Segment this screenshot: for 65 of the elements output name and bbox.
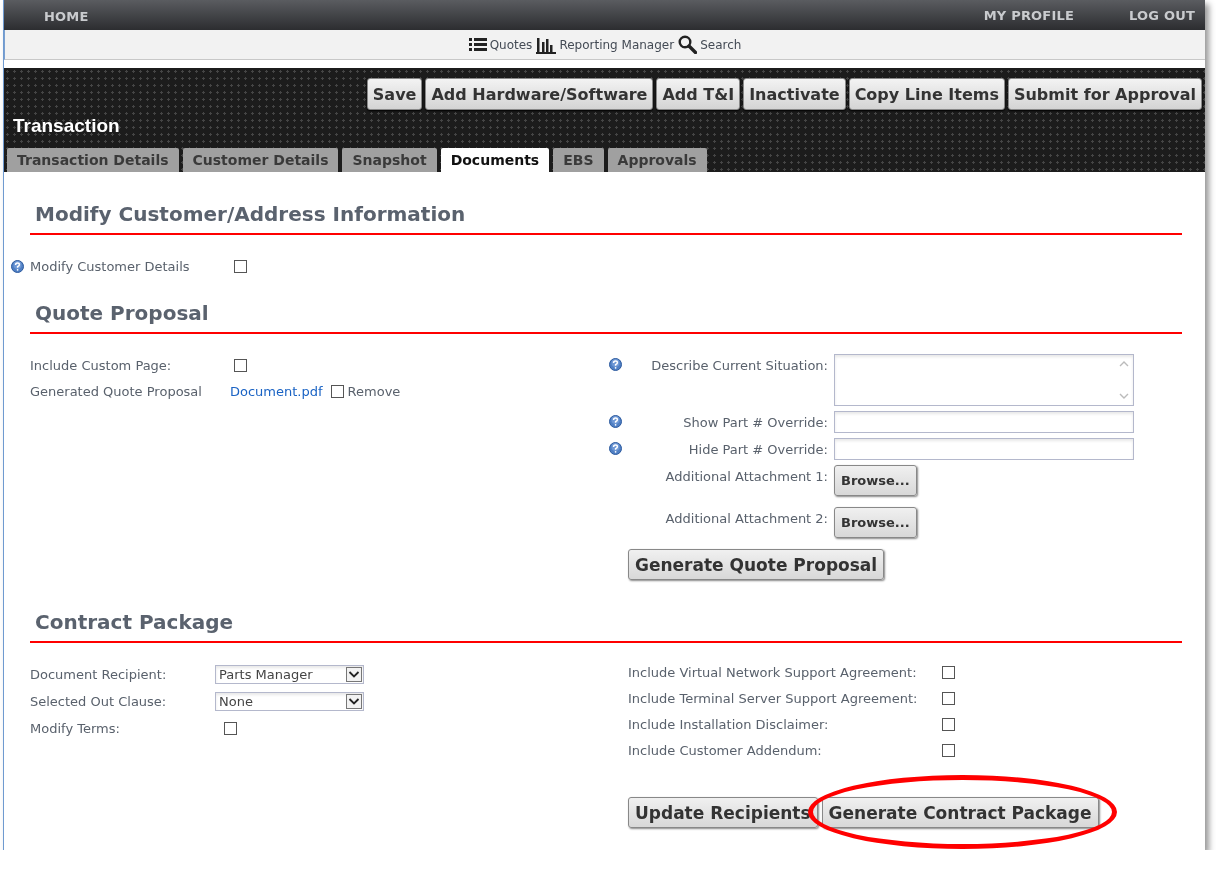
nav-link[interactable]: HOME	[44, 8, 89, 24]
field-label: Include Customer Addendum:	[628, 743, 823, 758]
help-icon[interactable]	[609, 415, 622, 428]
toolbar-button[interactable]: Add Hardware/Software	[425, 78, 654, 110]
checkbox-label: Remove	[347, 384, 401, 399]
field-label: Include Virtual Network Support Agreement:	[628, 665, 918, 680]
tab[interactable]: EBS	[553, 148, 604, 172]
field-label: Modify Terms:	[30, 721, 121, 736]
input-field[interactable]	[834, 411, 1134, 433]
field-label: Include Terminal Server Support Agreement:	[628, 691, 919, 706]
checkbox[interactable]	[224, 722, 237, 735]
browse-button[interactable]: Browse...	[834, 507, 917, 538]
page-title: Transaction	[13, 115, 121, 137]
section-heading: Contract Package	[30, 610, 1182, 643]
tab[interactable]: Snapshot	[342, 148, 437, 172]
field-label: Modify Customer Details	[30, 259, 191, 274]
tab[interactable]: Transaction Details	[7, 148, 179, 172]
toolbar-button[interactable]: Submit for Approval	[1007, 78, 1202, 110]
action-button[interactable]: Generate Contract Package	[821, 797, 1099, 828]
nav-link[interactable]: Search	[678, 35, 742, 54]
toolbar-button[interactable]: Save	[366, 78, 423, 110]
checkbox[interactable]	[942, 744, 955, 757]
checkbox[interactable]	[942, 692, 955, 705]
nav-link[interactable]: LOG OUT	[1129, 7, 1195, 23]
dropdown[interactable]: None	[215, 692, 364, 711]
search-icon	[678, 35, 698, 54]
generate-button[interactable]: Generate Quote Proposal	[628, 549, 885, 580]
field-label: Include Installation Disclaimer:	[628, 717, 830, 732]
input-field[interactable]	[834, 438, 1134, 460]
checkbox[interactable]	[234, 359, 247, 372]
tab[interactable]: Documents	[440, 148, 550, 172]
nav-link[interactable]: MY PROFILE	[983, 7, 1075, 23]
action-button[interactable]: Update Recipients	[628, 797, 818, 828]
caret-icon	[346, 694, 362, 709]
field-label: Additional Attachment 1:	[665, 468, 828, 484]
checkbox[interactable]	[942, 718, 955, 731]
field-label: Document Recipient:	[30, 667, 168, 682]
help-icon[interactable]	[609, 442, 622, 455]
field-label: Include Custom Page:	[30, 358, 173, 373]
list-icon	[468, 37, 487, 52]
tab[interactable]: Approvals	[607, 148, 707, 172]
toolbar-button[interactable]: Add T&I	[656, 78, 741, 110]
caret-icon	[346, 667, 362, 682]
document-link[interactable]: Document.pdf	[230, 384, 323, 399]
section-heading: Modify Customer/Address Information	[30, 202, 1182, 235]
dropdown[interactable]: Parts Manager	[215, 665, 364, 684]
checkbox[interactable]	[330, 385, 344, 398]
field-label: Additional Attachment 2:	[665, 510, 828, 526]
tab[interactable]: Customer Details	[182, 148, 339, 172]
field-label: Hide Part # Override:	[688, 441, 828, 457]
toolbar-button[interactable]: Inactivate	[743, 78, 846, 110]
nav-link[interactable]: Quotes	[468, 37, 533, 52]
field-label: Selected Out Clause:	[30, 694, 168, 709]
field-label: Describe Current Situation:	[651, 357, 828, 373]
field-label: Show Part # Override:	[683, 414, 828, 430]
checkbox[interactable]	[942, 666, 955, 679]
field-label: Generated Quote Proposal	[30, 384, 203, 399]
bar-chart-icon	[536, 35, 557, 54]
checkbox[interactable]	[234, 260, 247, 273]
help-icon[interactable]	[11, 260, 24, 273]
browse-button[interactable]: Browse...	[834, 465, 917, 496]
help-icon[interactable]	[609, 358, 622, 371]
toolbar-button[interactable]: Copy Line Items	[848, 78, 1005, 110]
section-heading: Quote Proposal	[30, 301, 1182, 334]
nav-link[interactable]: Reporting Manager	[536, 35, 675, 54]
